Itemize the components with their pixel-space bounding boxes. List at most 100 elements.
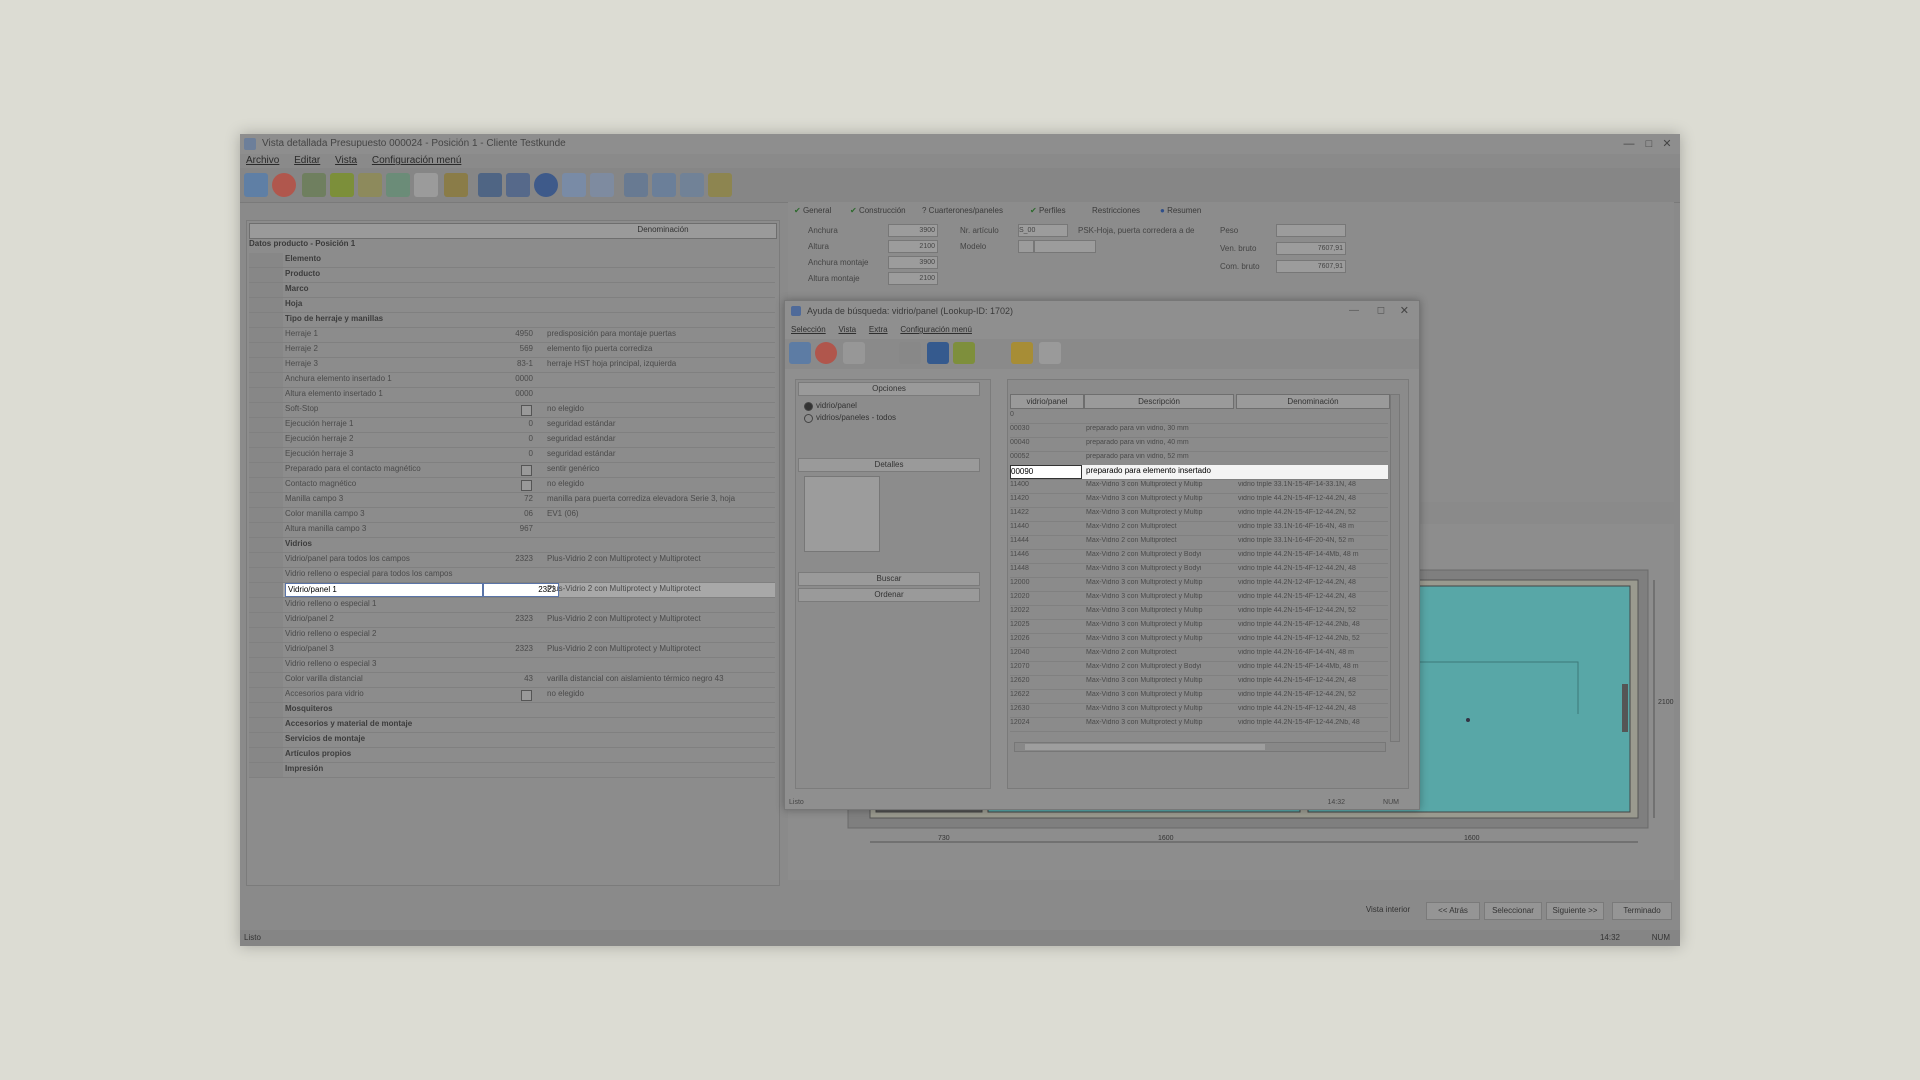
menu-archivo[interactable]: Archivo [246, 154, 279, 168]
result-row[interactable]: 11400 Max-Vidrio 3 con Multiprotect y Mul… [1010, 479, 1388, 494]
modelo-desc-field[interactable] [1034, 240, 1096, 253]
peso-field[interactable] [1276, 224, 1346, 237]
radio-vidrio-panel[interactable] [804, 402, 813, 411]
radio-todos[interactable] [804, 414, 813, 423]
tab-resumen[interactable]: ● Resumen [1160, 206, 1201, 215]
property-value[interactable]: 0 [475, 419, 533, 428]
tab-construccion[interactable]: ✔ Construcción [850, 206, 906, 215]
result-row[interactable]: 11440 Max-Vidrio 2 con Multiprotect vidrio… [1010, 521, 1388, 536]
menu-editar[interactable]: Editar [294, 154, 320, 168]
property-row[interactable]: Color manilla campo 3 06 EV1 (06) [249, 508, 775, 523]
dialog-menu-vista[interactable]: Vista [838, 323, 856, 337]
result-row[interactable]: 12022 Max-Vidrio 3 con Multiprotect y Mul… [1010, 605, 1388, 620]
property-value[interactable]: 0 [475, 434, 533, 443]
layout-icon[interactable] [680, 173, 704, 197]
dialog-cancel-icon[interactable] [815, 342, 837, 364]
back-button[interactable]: << Atrás [1426, 902, 1480, 920]
result-row[interactable]: 12026 Max-Vidrio 3 con Multiprotect y Mul… [1010, 633, 1388, 648]
property-row[interactable]: Accesorios para vidrio no elegido [249, 688, 775, 703]
property-row[interactable]: Herraje 3 83-1 herraje HST hoja principal,… [249, 358, 775, 373]
anchura-montaje-field[interactable]: 3900 [888, 256, 938, 269]
result-row[interactable]: 11448 Max-Vidrio 3 con Multiprotect y Bod… [1010, 563, 1388, 578]
colors-icon[interactable] [386, 173, 410, 197]
property-row[interactable]: Color varilla distancial 43 varilla distan… [249, 673, 775, 688]
property-value[interactable]: 2323 [475, 614, 533, 623]
property-value[interactable]: 4950 [475, 329, 533, 338]
horizontal-scrollbar[interactable] [1014, 742, 1386, 752]
property-row[interactable]: Contacto magnético no elegido [249, 478, 775, 493]
result-row[interactable]: 00052 preparado para vin vidrio, 52 mm [1010, 451, 1388, 466]
menu-vista[interactable]: Vista [335, 154, 357, 168]
maximize-icon[interactable]: □ [1642, 137, 1656, 151]
select-button[interactable]: Seleccionar [1484, 902, 1542, 920]
tab-cuarterones[interactable]: ? Cuarterones/paneles [922, 206, 1003, 215]
result-row[interactable]: 12070 Max-Vidrio 2 con Multiprotect y Bod… [1010, 661, 1388, 676]
group-row[interactable]: Servicios de montaje [249, 733, 775, 748]
result-row[interactable]: 11420 Max-Vidrio 3 con Multiprotect y Mul… [1010, 493, 1388, 508]
dialog-filter-icon[interactable] [899, 342, 921, 364]
next-button[interactable]: Siguiente >> [1546, 902, 1604, 920]
current-record-icon[interactable] [534, 173, 558, 197]
property-row[interactable]: Vidrio relleno o especial 3 [249, 658, 775, 673]
col-descripcion[interactable]: Descripción [1084, 394, 1234, 409]
dialog-refresh-icon[interactable] [953, 342, 975, 364]
cancel-icon[interactable] [272, 173, 296, 197]
dialog-menu-configuracion[interactable]: Configuración menú [900, 323, 972, 337]
property-row[interactable]: Vidrio/panel para todos los campos 2323 Pl… [249, 553, 775, 568]
horizontal-scroll-thumb[interactable] [1025, 744, 1265, 750]
property-checkbox[interactable] [521, 465, 532, 476]
tools-icon[interactable] [302, 173, 326, 197]
altura-montaje-field[interactable]: 2100 [888, 272, 938, 285]
result-row[interactable]: 12025 Max-Vidrio 3 con Multiprotect y Mul… [1010, 619, 1388, 634]
dialog-blank-icon[interactable] [843, 342, 865, 364]
next-record-icon[interactable] [562, 173, 586, 197]
document-icon[interactable] [414, 173, 438, 197]
col-denominacion[interactable]: Denominación [1236, 394, 1390, 409]
detalles-section[interactable]: Detalles [798, 458, 980, 472]
group-row[interactable]: Accesorios y material de montaje [249, 718, 775, 733]
property-value[interactable]: 06 [475, 509, 533, 518]
property-value[interactable]: 967 [475, 524, 533, 533]
property-checkbox[interactable] [521, 480, 532, 491]
vista-interior-button[interactable]: Vista interior [1360, 902, 1416, 918]
dialog-favorite-icon[interactable] [1011, 342, 1033, 364]
last-record-icon[interactable] [590, 173, 614, 197]
group-row[interactable]: Vidrios [249, 538, 775, 553]
vertical-scrollbar[interactable] [1390, 394, 1400, 742]
minimize-icon[interactable]: — [1622, 137, 1636, 151]
group-row[interactable]: Artículos propios [249, 748, 775, 763]
property-value[interactable]: 2323 [475, 554, 533, 563]
key-icon[interactable] [708, 173, 732, 197]
dialog-close-icon[interactable]: ✕ [1400, 304, 1409, 317]
tab-general[interactable]: ✔ General [794, 206, 831, 215]
property-row[interactable]: Ejecución herraje 3 0 seguridad estándar [249, 448, 775, 463]
property-row[interactable]: Anchura elemento insertado 1 0000 [249, 373, 775, 388]
property-row[interactable]: Preparado para el contacto magnético sent… [249, 463, 775, 478]
group-row[interactable]: Producto [249, 268, 775, 283]
group-row[interactable]: Marco [249, 283, 775, 298]
ordenar-section[interactable]: Ordenar [798, 588, 980, 602]
property-row[interactable]: Ejecución herraje 2 0 seguridad estándar [249, 433, 775, 448]
marker-icon[interactable] [444, 173, 468, 197]
result-row[interactable]: 11444 Max-Vidrio 2 con Multiprotect vidrio… [1010, 535, 1388, 550]
result-row[interactable]: 11446 Max-Vidrio 2 con Multiprotect y Bod… [1010, 549, 1388, 564]
property-row[interactable]: Altura manilla campo 3 967 [249, 523, 775, 538]
finish-button[interactable]: Terminado [1612, 902, 1672, 920]
selected-label-field[interactable]: Vidrio/panel 1 [285, 583, 483, 597]
dialog-menu-seleccion[interactable]: Selección [791, 323, 826, 337]
result-row[interactable]: 12020 Max-Vidrio 3 con Multiprotect y Mul… [1010, 591, 1388, 606]
opciones-section[interactable]: Opciones [798, 382, 980, 396]
result-row[interactable]: 12620 Max-Vidrio 3 con Multiprotect y Mul… [1010, 675, 1388, 690]
property-value[interactable]: 0000 [475, 389, 533, 398]
dialog-menu-extra[interactable]: Extra [869, 323, 888, 337]
property-row[interactable]: Soft-Stop no elegido [249, 403, 775, 418]
property-checkbox[interactable] [521, 405, 532, 416]
image-view-icon[interactable] [652, 173, 676, 197]
dialog-document-icon[interactable] [1039, 342, 1061, 364]
dialog-edit-icon[interactable] [981, 342, 1003, 364]
property-value[interactable]: 83-1 [475, 359, 533, 368]
grid-view-icon[interactable] [624, 173, 648, 197]
menu-configuracion[interactable]: Configuración menú [372, 154, 462, 168]
property-value[interactable]: 43 [475, 674, 533, 683]
wizard-icon[interactable] [330, 173, 354, 197]
